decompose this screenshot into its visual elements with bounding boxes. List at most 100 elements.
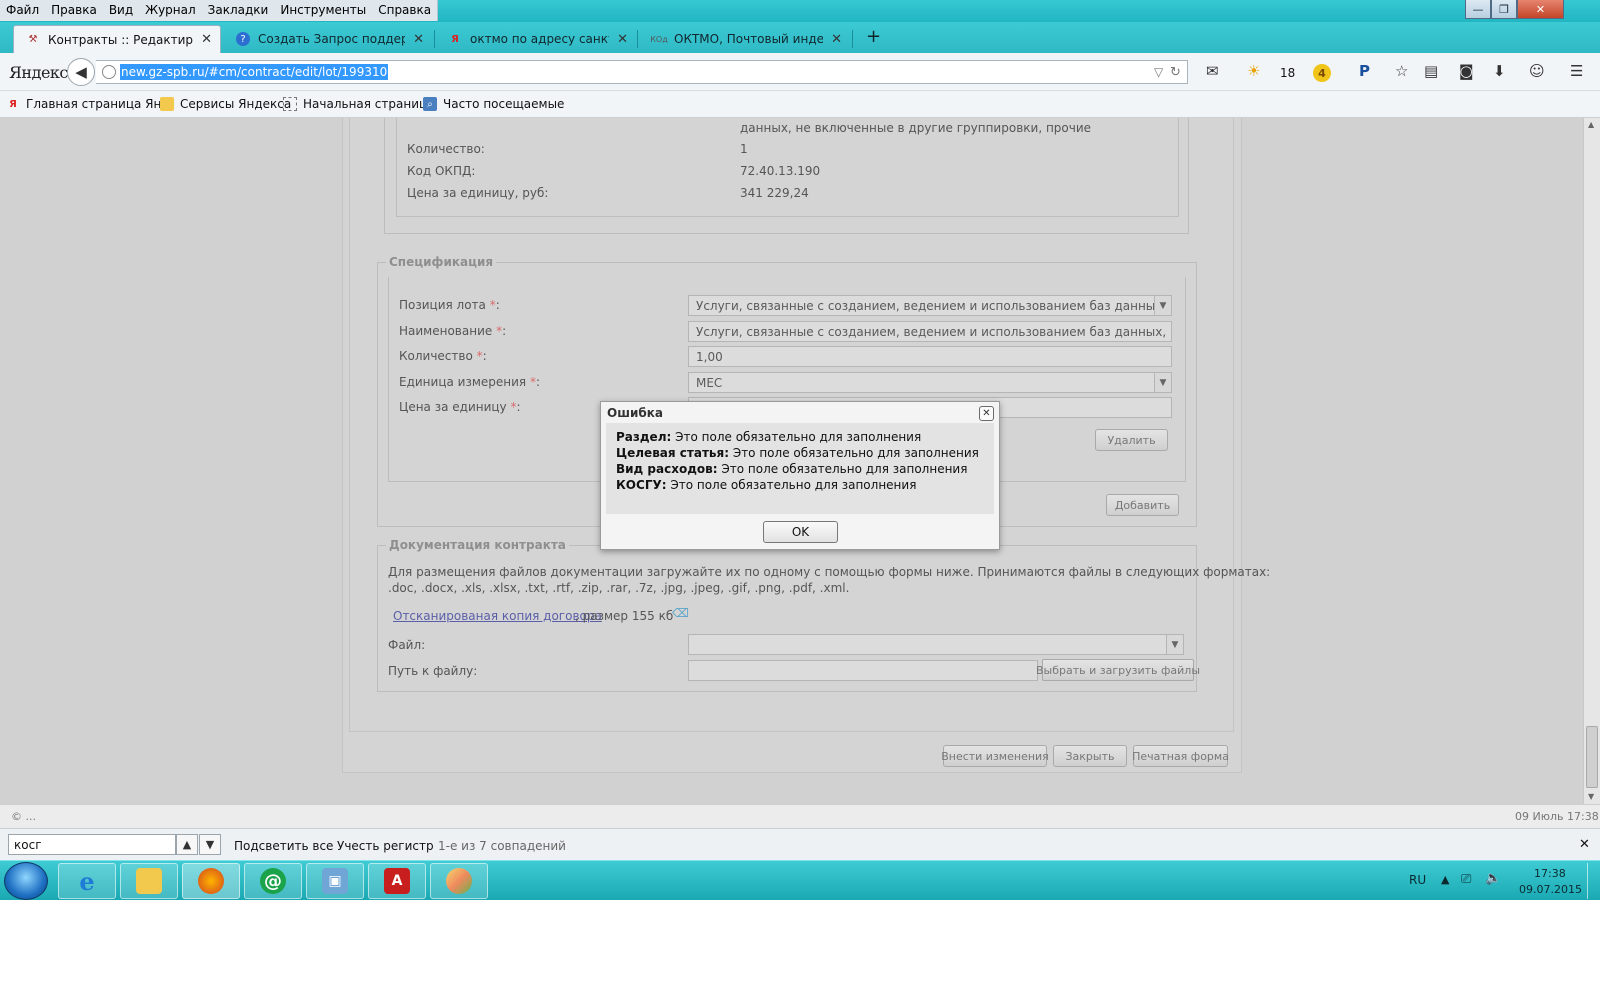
bookmark-yandex-services[interactable]: Сервисы Яндекса: [160, 97, 291, 111]
find-next-button[interactable]: ▼: [199, 834, 221, 855]
extension-p-icon[interactable]: P: [1359, 62, 1370, 80]
reading-list-icon[interactable]: ▤: [1424, 62, 1438, 80]
close-window-button[interactable]: ✕: [1517, 0, 1564, 19]
chevron-down-icon[interactable]: ▼: [1154, 373, 1171, 392]
taskbar-ie[interactable]: e: [58, 863, 116, 899]
taskbar-paint[interactable]: [430, 863, 488, 899]
price-label: Цена за единицу *:: [399, 400, 521, 414]
url-bar[interactable]: new.gz-spb.ru/#cm/contract/edit/lot/1993…: [96, 60, 1188, 84]
menu-help[interactable]: Справка: [372, 0, 437, 21]
add-button[interactable]: Добавить: [1106, 494, 1179, 516]
weather-icon[interactable]: ☀: [1247, 62, 1260, 80]
bookmark-yandex-home[interactable]: Я Главная страница Ян...: [6, 97, 173, 111]
unit-select[interactable]: МЕС ▼: [688, 372, 1172, 393]
file-path-input[interactable]: [688, 660, 1038, 681]
unit-label: Единица измерения *:: [399, 375, 541, 389]
star-icon[interactable]: ☆: [1395, 62, 1408, 80]
print-form-button[interactable]: Печатная форма: [1132, 745, 1229, 767]
reload-icon[interactable]: ↻: [1170, 65, 1181, 80]
file-path-label: Путь к файлу:: [388, 664, 478, 678]
menu-bar: Файл Правка Вид Журнал Закладки Инструме…: [0, 0, 439, 21]
find-previous-button[interactable]: ▲: [176, 834, 198, 855]
menu-history[interactable]: Журнал: [139, 0, 202, 21]
volume-icon[interactable]: 🔈: [1485, 871, 1501, 886]
close-findbar-icon[interactable]: ✕: [1579, 837, 1590, 852]
menu-bookmarks[interactable]: Закладки: [202, 0, 275, 21]
find-bar: косг ▲ ▼ Подсветить все Учесть регистр 1…: [0, 828, 1600, 860]
quantity-input[interactable]: 1,00: [688, 346, 1172, 367]
tab-support-request[interactable]: ? Создать Запрос поддержк... ✕: [224, 25, 432, 53]
lot-okpd-value: 72.40.13.190: [740, 164, 821, 178]
minimize-button[interactable]: —: [1465, 0, 1491, 19]
file-select[interactable]: ▼: [688, 634, 1184, 655]
back-button[interactable]: ◀: [67, 58, 95, 86]
new-tab-button[interactable]: +: [866, 26, 881, 47]
pocket-icon[interactable]: ◙: [1459, 62, 1474, 80]
scrollbar-thumb[interactable]: [1586, 726, 1598, 788]
maximize-button[interactable]: ❐: [1491, 0, 1517, 19]
tab-contracts[interactable]: ⚒ Контракты :: Редактирова... ✕: [13, 25, 221, 53]
vertical-scrollbar[interactable]: ▲ ▼: [1583, 118, 1600, 804]
taskbar-remote-desktop[interactable]: ▣: [306, 863, 364, 899]
chevron-down-icon[interactable]: ▼: [1166, 635, 1183, 654]
menu-tools[interactable]: Инструменты: [274, 0, 372, 21]
chevron-down-icon[interactable]: ▼: [1154, 296, 1171, 315]
language-indicator[interactable]: RU: [1409, 873, 1426, 887]
history-icon: ⌕: [423, 97, 437, 111]
save-changes-button[interactable]: Внести изменения: [941, 745, 1049, 767]
scroll-down-icon[interactable]: ▼: [1588, 792, 1594, 801]
menu-file[interactable]: Файл: [0, 0, 45, 21]
ok-button[interactable]: OK: [763, 521, 838, 543]
close-tab-icon[interactable]: ✕: [617, 32, 628, 47]
tab-label: октмо по адресу санкт-пе...: [470, 32, 609, 46]
scroll-up-icon[interactable]: ▲: [1588, 120, 1594, 129]
badge-count[interactable]: 4: [1313, 64, 1331, 82]
bookmark-start-page[interactable]: Начальная страница: [283, 97, 435, 111]
dropdown-icon[interactable]: ▽: [1154, 65, 1163, 79]
tab-label: ОКТМО, Почтовый индек...: [674, 32, 824, 46]
start-button[interactable]: [4, 862, 48, 900]
url-text[interactable]: new.gz-spb.ru/#cm/contract/edit/lot/1993…: [120, 64, 389, 80]
taskbar-acrobat[interactable]: A: [368, 863, 426, 899]
close-form-button[interactable]: Закрыть: [1053, 745, 1127, 767]
highlight-all-toggle[interactable]: Подсветить все: [234, 839, 333, 853]
page-icon: [283, 97, 297, 111]
bookmark-most-visited[interactable]: ⌕ Часто посещаемые: [423, 97, 564, 111]
find-input[interactable]: косг: [8, 834, 176, 855]
chat-icon[interactable]: ☺: [1529, 62, 1545, 80]
scanned-contract-link[interactable]: Отсканированая копия договора: [393, 609, 602, 623]
clock-time[interactable]: 17:38: [1534, 867, 1566, 880]
tray-expand-icon[interactable]: ▲: [1441, 873, 1449, 886]
taskbar-firefox[interactable]: [182, 863, 240, 899]
bookmark-label: Начальная страница: [303, 97, 435, 111]
taskbar-explorer[interactable]: [120, 863, 178, 899]
network-icon[interactable]: ⎚: [1461, 872, 1471, 887]
lot-price-value: 341 229,24: [740, 186, 809, 200]
menu-hamburger-icon[interactable]: ☰: [1570, 62, 1583, 80]
file-label: Файл:: [388, 638, 426, 652]
internet-explorer-icon: e: [79, 866, 95, 896]
delete-file-icon[interactable]: ⌫: [672, 606, 689, 620]
match-case-toggle[interactable]: Учесть регистр: [337, 839, 434, 853]
close-tab-icon[interactable]: ✕: [413, 32, 424, 47]
name-input[interactable]: Услуги, связанные с созданием, ведением …: [688, 321, 1172, 342]
mail-icon[interactable]: ✉: [1206, 62, 1219, 80]
upload-files-button[interactable]: Выбрать и загрузить файлы: [1036, 659, 1200, 681]
taskbar-mail-agent[interactable]: @: [244, 863, 302, 899]
close-icon[interactable]: ✕: [979, 406, 994, 421]
delete-button[interactable]: Удалить: [1095, 429, 1168, 451]
close-tab-icon[interactable]: ✕: [831, 32, 842, 47]
quantity-value: 1,00: [696, 350, 723, 364]
dialog-message-area: Раздел: Это поле обязательно для заполне…: [606, 423, 994, 514]
clock-date[interactable]: 09.07.2015: [1519, 883, 1582, 896]
show-desktop-button[interactable]: [1587, 863, 1599, 899]
tab-oktmo-postal[interactable]: КОд ОКТМО, Почтовый индек... ✕: [640, 25, 850, 53]
chevron-down-icon: ▼: [205, 838, 215, 851]
close-tab-icon[interactable]: ✕: [201, 32, 212, 47]
firefox-icon: [198, 868, 224, 894]
menu-view[interactable]: Вид: [103, 0, 139, 21]
download-icon[interactable]: ⬇: [1493, 62, 1506, 80]
position-select[interactable]: Услуги, связанные с созданием, ведением …: [688, 295, 1172, 316]
tab-oktmo-search[interactable]: Я октмо по адресу санкт-пе... ✕: [436, 25, 636, 53]
menu-edit[interactable]: Правка: [45, 0, 103, 21]
